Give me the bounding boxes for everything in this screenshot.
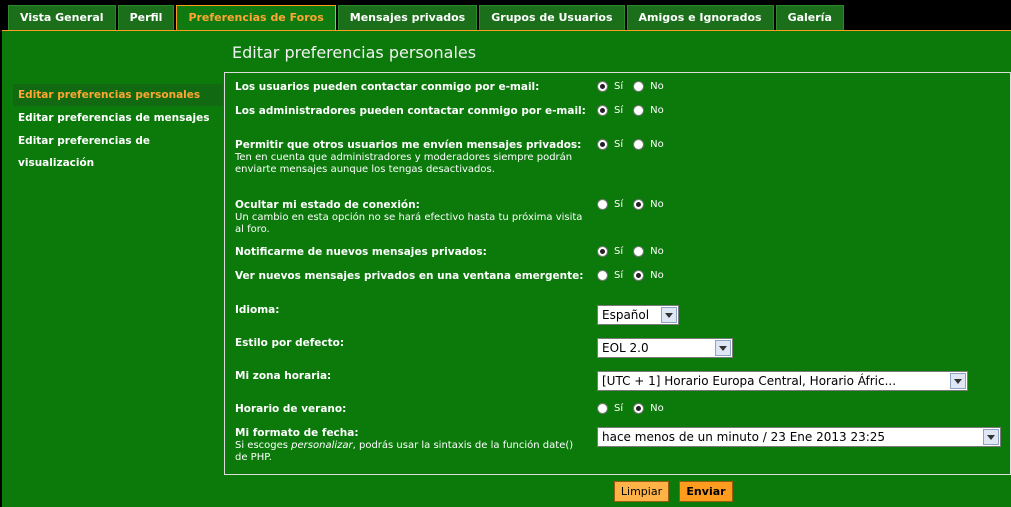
- allow-pm-title: Permitir que otros usuarios me envíen me…: [235, 139, 582, 151]
- preferences-form: Los usuarios pueden contactar conmigo po…: [224, 72, 1011, 475]
- admin-email-control: Sí No: [597, 105, 674, 116]
- allow-pm-control: Sí No: [597, 139, 674, 150]
- option-yes-label: Sí: [614, 199, 624, 210]
- option-yes-label: Sí: [614, 105, 624, 116]
- option-no-label: No: [650, 139, 664, 150]
- notify-pm-yes-radio[interactable]: [597, 246, 608, 257]
- option-yes-label: Sí: [614, 246, 624, 257]
- hide-online-title: Ocultar mi estado de conexión:: [235, 199, 420, 211]
- tab-mensajes-privados[interactable]: Mensajes privados: [337, 5, 478, 30]
- hide-online-control: Sí No: [597, 199, 674, 210]
- sidebar-nav: Editar preferencias personales Editar pr…: [13, 84, 223, 169]
- tab-amigos-ignorados[interactable]: Amigos e Ignorados: [626, 5, 774, 30]
- hide-online-no-radio[interactable]: [633, 199, 645, 210]
- popup-pm-no-radio[interactable]: [633, 270, 645, 281]
- reset-button[interactable]: Limpiar: [614, 481, 669, 502]
- date-format-description: Si escoges personalizar, podrás usar la …: [235, 440, 574, 463]
- language-select[interactable]: Español: [597, 305, 679, 325]
- option-no-label: No: [650, 246, 664, 257]
- allow-pm-yes-radio[interactable]: [597, 139, 608, 150]
- admin-email-yes-radio[interactable]: [597, 105, 608, 116]
- popup-pm-label: Ver nuevos mensajes privados en una vent…: [235, 270, 584, 282]
- contact-email-no-radio[interactable]: [633, 81, 645, 92]
- popup-pm-yes-radio[interactable]: [597, 270, 608, 281]
- notify-pm-control: Sí No: [597, 246, 674, 257]
- option-yes-label: Sí: [614, 81, 624, 92]
- timezone-select[interactable]: [UTC + 1] Horario Europa Central, Horari…: [597, 371, 968, 391]
- tab-vista-general[interactable]: Vista General: [8, 5, 116, 30]
- option-no-label: No: [650, 270, 664, 281]
- tab-galeria[interactable]: Galería: [775, 5, 844, 30]
- timezone-label: Mi zona horaria:: [235, 370, 332, 382]
- option-yes-label: Sí: [614, 270, 624, 281]
- option-yes-label: Sí: [614, 403, 624, 414]
- style-value: EOL 2.0: [602, 341, 649, 355]
- tab-preferencias-foros[interactable]: Preferencias de Foros: [176, 5, 336, 31]
- allow-pm-description: Ten en cuenta que administradores y mode…: [235, 152, 573, 175]
- option-no-label: No: [650, 81, 664, 92]
- dst-no-radio[interactable]: [633, 403, 645, 414]
- style-label: Estilo por defecto:: [235, 337, 345, 349]
- contact-email-label: Los usuarios pueden contactar conmigo po…: [235, 81, 540, 93]
- chevron-down-icon: [950, 373, 966, 389]
- option-no-label: No: [650, 199, 664, 210]
- tab-grupos-usuarios[interactable]: Grupos de Usuarios: [479, 5, 625, 30]
- notify-pm-label: Notificarme de nuevos mensajes privados:: [235, 246, 487, 258]
- hide-online-yes-radio[interactable]: [597, 199, 608, 210]
- page-title: Editar preferencias personales: [232, 43, 477, 62]
- chevron-down-icon: [661, 307, 677, 323]
- dst-control: Sí No: [597, 403, 674, 414]
- allow-pm-no-radio[interactable]: [633, 139, 645, 150]
- sidebar-item-personal[interactable]: Editar preferencias personales: [13, 84, 223, 106]
- date-format-value: hace menos de un minuto / 23 Ene 2013 23…: [602, 430, 886, 444]
- sidebar-item-display[interactable]: Editar preferencias de visualización: [13, 130, 223, 169]
- date-format-label: Mi formato de fecha: Si escoges personal…: [235, 427, 587, 464]
- timezone-value: [UTC + 1] Horario Europa Central, Horari…: [602, 374, 897, 388]
- popup-pm-control: Sí No: [597, 270, 674, 281]
- submit-button[interactable]: Enviar: [679, 481, 733, 502]
- chevron-down-icon: [983, 429, 999, 445]
- option-no-label: No: [650, 403, 664, 414]
- notify-pm-no-radio[interactable]: [633, 246, 645, 257]
- contact-email-yes-radio[interactable]: [597, 81, 608, 92]
- date-format-title: Mi formato de fecha:: [235, 427, 359, 439]
- tab-perfil[interactable]: Perfil: [117, 5, 175, 30]
- contact-email-control: Sí No: [597, 81, 674, 92]
- tab-bar: Vista General Perfil Preferencias de For…: [8, 5, 846, 31]
- option-no-label: No: [650, 105, 664, 116]
- hide-online-label: Ocultar mi estado de conexión: Un cambio…: [235, 199, 587, 236]
- admin-email-label: Los administradores pueden contactar con…: [235, 105, 586, 117]
- dst-yes-radio[interactable]: [597, 403, 608, 414]
- admin-email-no-radio[interactable]: [633, 105, 645, 116]
- date-format-select[interactable]: hace menos de un minuto / 23 Ene 2013 23…: [597, 427, 1001, 447]
- chevron-down-icon: [715, 340, 731, 356]
- dst-label: Horario de verano:: [235, 403, 347, 415]
- option-yes-label: Sí: [614, 139, 624, 150]
- language-label: Idioma:: [235, 304, 280, 316]
- sidebar-item-messages[interactable]: Editar preferencias de mensajes: [13, 107, 223, 129]
- allow-pm-label: Permitir que otros usuarios me envíen me…: [235, 139, 587, 176]
- hide-online-description: Un cambio en esta opción no se hará efec…: [235, 212, 583, 235]
- style-select[interactable]: EOL 2.0: [597, 338, 733, 358]
